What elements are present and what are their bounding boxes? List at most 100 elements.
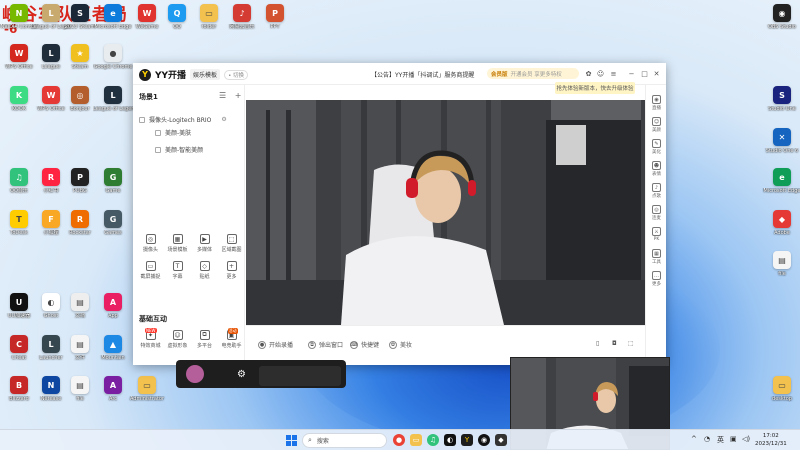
minimize-icon[interactable]: −: [627, 69, 636, 78]
layout-icon[interactable]: ▯: [596, 340, 599, 347]
tool-media[interactable]: ▶ 多媒体: [191, 234, 218, 253]
avatar-icon[interactable]: ☺: [596, 69, 605, 78]
tool-scene-template[interactable]: ▦ 场景模板: [164, 234, 191, 253]
desktop-icon[interactable]: ▭ Administrator: [130, 376, 164, 402]
yy-taskbar-icon[interactable]: Y: [461, 434, 473, 446]
tool-sticker[interactable]: ◇ 贴纸: [191, 261, 218, 280]
tool-effects-shop[interactable]: ✦ NEW 特效商城: [137, 328, 164, 349]
desktop-icon[interactable]: ◆ Adobe: [765, 210, 799, 236]
desktop-icon[interactable]: G Games: [96, 210, 130, 236]
explorer-taskbar-icon[interactable]: ▭: [410, 434, 422, 446]
desktop-icon[interactable]: P PUBG: [63, 168, 97, 194]
app-icon: W: [10, 44, 28, 62]
obs-taskbar-icon[interactable]: ◉: [478, 434, 490, 446]
right-tool[interactable]: ☺ 美颜: [646, 117, 667, 133]
tool-multi-platform[interactable]: ⧉ 多平台: [191, 330, 218, 349]
source-item-camera[interactable]: 摄像头-Logitech BRIO ⚙: [139, 115, 227, 124]
vip-banner[interactable]: 会员版 开通会员 享更多特权: [487, 68, 579, 79]
popout-button[interactable]: ⧉ 弹出窗口: [308, 340, 343, 349]
tray-chevron-icon[interactable]: ^: [691, 435, 697, 443]
makeup-button[interactable]: ✿ 美妆: [389, 340, 412, 349]
tool-camera[interactable]: ◎ 摄像头: [137, 234, 164, 253]
source-gear-icon[interactable]: ⚙: [221, 116, 226, 123]
right-tool[interactable]: ▦ 工具: [646, 249, 667, 265]
desktop-icon[interactable]: S 2023 Steam: [63, 4, 97, 30]
tool-row-1: ◎ 摄像头 ▦ 场景模板 ▶ 多媒体 ⬚ 区域截图: [137, 234, 245, 253]
desktop-icon[interactable]: ▤ file: [765, 251, 799, 277]
volume-icon[interactable]: ◁): [742, 435, 750, 443]
desktop-icon[interactable]: ★ Steam: [63, 44, 97, 70]
tool-more[interactable]: + 更多: [218, 261, 245, 280]
desktop-icon[interactable]: ● Google Chrome: [94, 44, 132, 70]
source-checkbox[interactable]: [155, 129, 161, 136]
source-checkbox[interactable]: [155, 146, 161, 153]
app-taskbar-icon[interactable]: ◐: [444, 434, 456, 446]
right-tool[interactable]: … 更多: [646, 271, 667, 287]
app-icon: ▲: [104, 335, 122, 353]
search-box[interactable]: ⌕ 搜索: [302, 433, 387, 448]
desktop-icon[interactable]: A App: [96, 293, 130, 319]
mode-switch-button[interactable]: • 切换: [224, 69, 249, 80]
right-tool[interactable]: ⚔ PK: [646, 227, 667, 242]
tool-screen-capture[interactable]: ▭ 截屏捕捉: [137, 261, 164, 280]
right-tool[interactable]: ✎ 美化: [646, 139, 667, 155]
record-icon: ●: [258, 340, 266, 349]
tool-label: 字幕: [172, 274, 183, 280]
right-tool[interactable]: ◎ 连麦: [646, 205, 667, 221]
desktop-icon[interactable]: e Microsoft Edge: [95, 4, 131, 30]
network-status-icon[interactable]: ▣: [730, 435, 737, 443]
music-taskbar-icon[interactable]: ♫: [427, 434, 439, 446]
settings-gear-icon[interactable]: ⚙: [237, 369, 246, 380]
dock-avatar[interactable]: [186, 365, 204, 383]
chrome-taskbar-icon[interactable]: ●: [393, 434, 405, 446]
app-icon: L: [42, 4, 60, 22]
maximize-icon[interactable]: □: [640, 69, 649, 78]
desktop-icon[interactable]: ▤ 文件: [63, 335, 97, 361]
source-checkbox[interactable]: [139, 116, 145, 123]
camera-preview[interactable]: [246, 100, 645, 325]
tool-region-capture[interactable]: ⬚ 区域截图: [218, 234, 245, 253]
tool-esports[interactable]: ▣ 活动 电竞助手: [218, 328, 245, 349]
desktop-icon[interactable]: e Microsoft Edge: [764, 168, 800, 194]
desktop-icon[interactable]: ✕ Studio One 6: [765, 128, 799, 154]
upgrade-tip[interactable]: 抢先体验新版本，快去升级体验: [555, 82, 635, 94]
source-item-beauty-smart[interactable]: 美颜-智能美颜: [155, 145, 203, 154]
camera-snap-icon[interactable]: ◘: [612, 340, 617, 347]
record-button[interactable]: ● 开始录播: [258, 340, 293, 349]
fullscreen-icon[interactable]: ⬚: [628, 340, 634, 347]
desktop-icon[interactable]: ◉ OBS Studio: [765, 4, 799, 30]
right-tool[interactable]: ♪ 点歌: [646, 183, 667, 199]
desktop-icon[interactable]: G Game: [96, 168, 130, 194]
menu-icon[interactable]: ≡: [609, 69, 618, 78]
close-icon[interactable]: ✕: [652, 69, 661, 78]
game-taskbar-icon[interactable]: ◆: [495, 434, 507, 446]
tool-label: 虚拟形象: [167, 343, 188, 349]
desktop-icon[interactable]: ▭ folder: [192, 4, 226, 30]
desktop-icon[interactable]: S Studio One: [765, 86, 799, 112]
desktop-icon[interactable]: ♪ 网易云音乐: [225, 4, 259, 30]
start-button[interactable]: [286, 435, 297, 446]
announcement-link[interactable]: 【公告】YY开播「抖调试」服务商提醒: [371, 70, 474, 79]
tool-avatar[interactable]: ☺ 虚拟形象: [164, 330, 191, 349]
desktop-icon[interactable]: ◎ Bonjour: [63, 86, 97, 112]
add-scene-icon[interactable]: +: [235, 91, 242, 100]
list-icon[interactable]: ☰: [219, 91, 226, 100]
clock[interactable]: 17:02 2023/12/31: [755, 432, 787, 448]
desktop-icon[interactable]: R Rockstar: [63, 210, 97, 236]
desktop-icon[interactable]: A Arc: [96, 376, 130, 402]
tool-subtitle[interactable]: T 字幕: [164, 261, 191, 280]
shortcut-button[interactable]: ⌨ 快捷键: [350, 340, 379, 349]
source-item-beauty-skin[interactable]: 美颜-美肤: [155, 128, 191, 137]
right-tool[interactable]: ◉ 直播: [646, 95, 667, 111]
desktop-icon[interactable]: ▲ Mountain: [96, 335, 130, 361]
desktop-icon[interactable]: ▭ desktop: [765, 376, 799, 402]
gift-icon[interactable]: ✿: [584, 69, 593, 78]
network-icon[interactable]: ◔: [704, 435, 710, 443]
right-tool[interactable]: ☻ 表情: [646, 161, 667, 177]
desktop-icon[interactable]: L League of Legends: [93, 86, 133, 112]
desktop-icon-label: file: [778, 271, 786, 277]
desktop-icon[interactable]: ▤ file: [63, 376, 97, 402]
desktop-icon[interactable]: ▤ 文档: [63, 293, 97, 319]
ime-indicator[interactable]: 英: [717, 435, 724, 445]
desktop-icon[interactable]: P PPT: [258, 4, 292, 30]
